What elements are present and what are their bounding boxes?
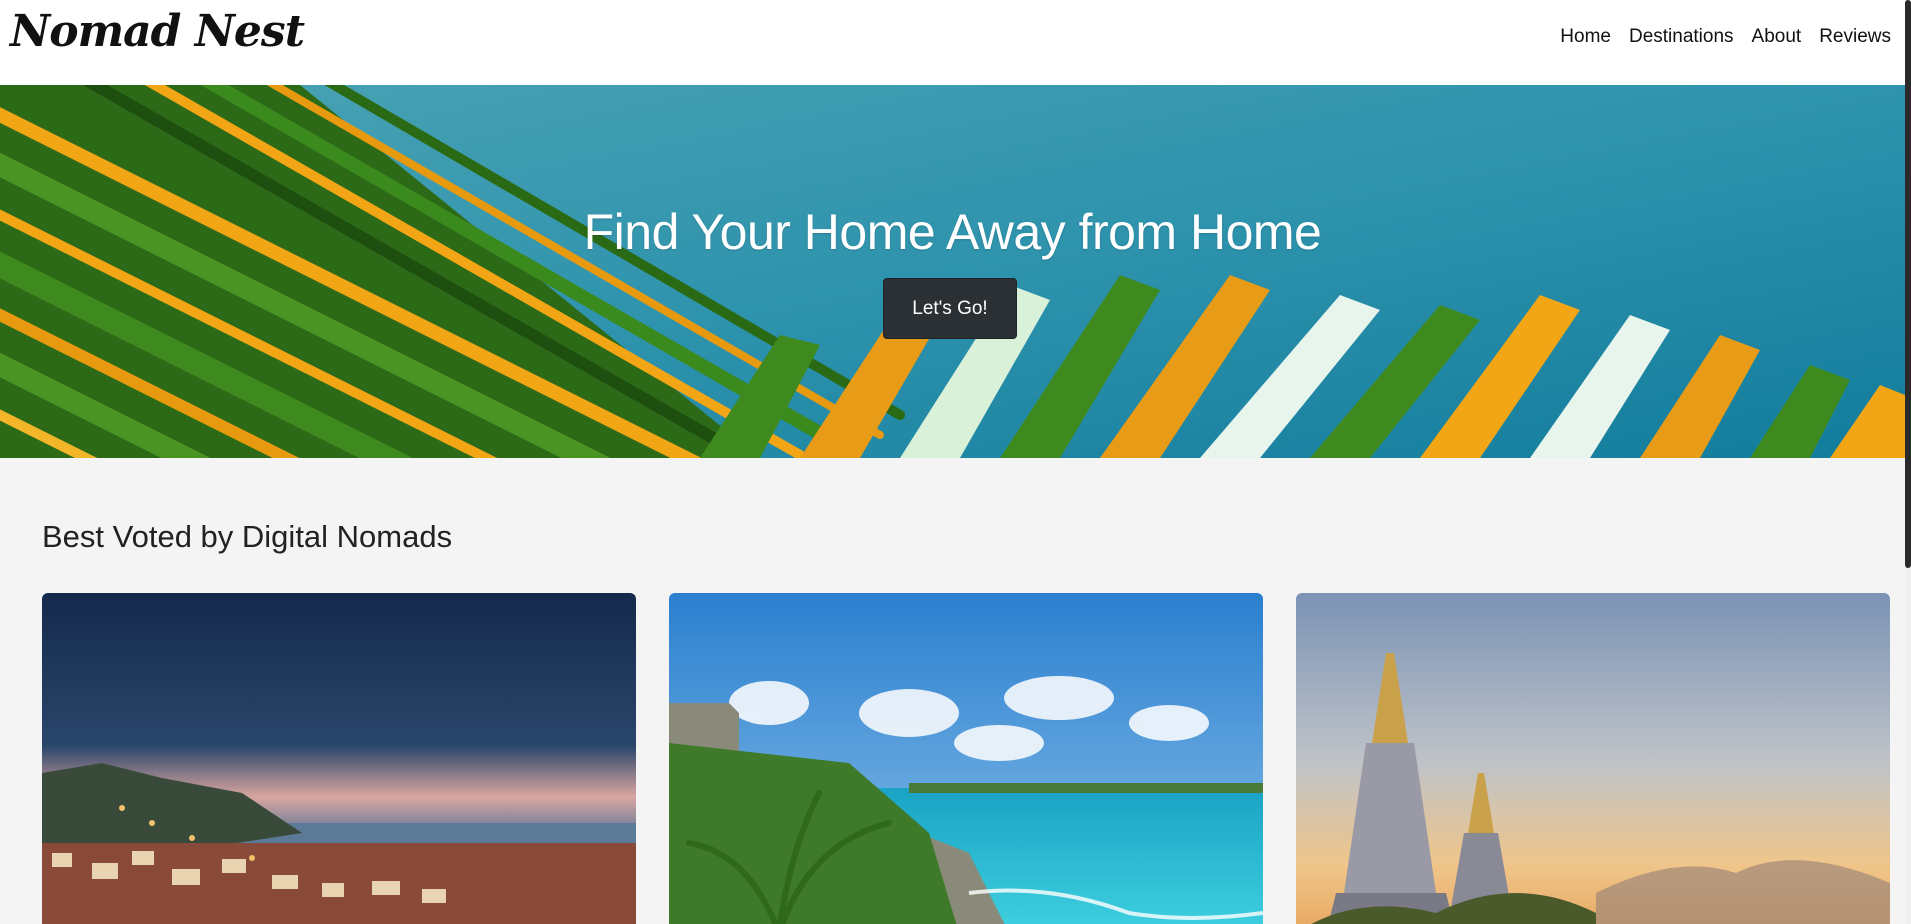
beach-image xyxy=(669,593,1263,924)
page: Nomad Nest Home Destinations About Revie… xyxy=(0,0,1911,924)
scrollbar-thumb[interactable] xyxy=(1905,0,1911,568)
hero-banner: Find Your Home Away from Home Let's Go! xyxy=(0,85,1905,458)
city-skyline-image xyxy=(42,593,636,924)
brand-logo[interactable]: Nomad Nest xyxy=(10,6,305,57)
navbar: Nomad Nest Home Destinations About Revie… xyxy=(0,0,1905,86)
palm-leaf-image xyxy=(0,85,1905,458)
destination-card-1[interactable] xyxy=(42,593,636,924)
nav-home[interactable]: Home xyxy=(1560,26,1611,48)
destination-card-3[interactable] xyxy=(1296,593,1890,924)
section-title: Best Voted by Digital Nomads xyxy=(42,519,453,554)
lets-go-button[interactable]: Let's Go! xyxy=(883,278,1017,339)
temple-image xyxy=(1296,593,1890,924)
hero-title: Find Your Home Away from Home xyxy=(583,204,1322,260)
page-scrollbar[interactable] xyxy=(1905,0,1911,924)
destination-card-2[interactable] xyxy=(669,593,1263,924)
hero-content: Find Your Home Away from Home xyxy=(0,203,1905,261)
nav-about[interactable]: About xyxy=(1752,26,1802,48)
nav-destinations[interactable]: Destinations xyxy=(1629,26,1734,48)
nav-links: Home Destinations About Reviews xyxy=(1560,26,1891,48)
nav-reviews[interactable]: Reviews xyxy=(1819,26,1891,48)
